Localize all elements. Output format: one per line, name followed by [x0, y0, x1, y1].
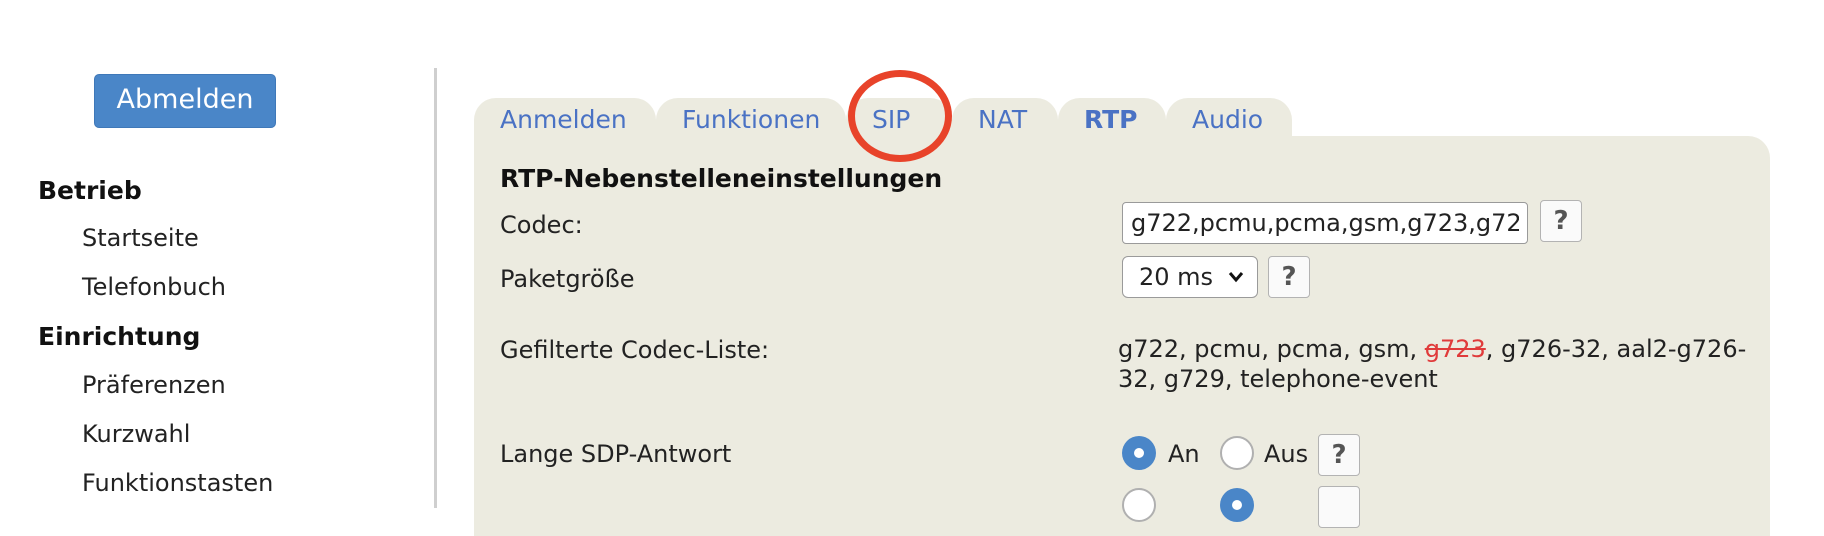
nav-item-kurzwahl[interactable]: Kurzwahl	[82, 420, 190, 448]
nav-item-telefonbuch[interactable]: Telefonbuch	[82, 273, 226, 301]
next-row-radio-2[interactable]	[1220, 488, 1254, 522]
next-row-radio-1[interactable]	[1122, 488, 1156, 522]
long-sdp-off-label: Aus	[1264, 440, 1309, 468]
nav-section-einrichtung: Einrichtung	[38, 322, 201, 351]
packet-size-label: Paketgröße	[500, 265, 635, 293]
long-sdp-on-label: An	[1168, 440, 1200, 468]
codec-help-button[interactable]: ?	[1540, 200, 1582, 242]
nav-item-funktionstasten[interactable]: Funktionstasten	[82, 469, 273, 497]
nav-item-praeferenzen[interactable]: Präferenzen	[82, 371, 226, 399]
section-title: RTP-Nebenstelleneinstellungen	[500, 164, 943, 193]
packet-size-value: 20 ms	[1139, 263, 1214, 291]
packet-size-help-button[interactable]: ?	[1268, 256, 1310, 298]
codec-label: Codec:	[500, 211, 583, 239]
filtered-codec-list: g722, pcmu, pcma, gsm, g723, g726-32, aa…	[1118, 334, 1758, 394]
logout-button[interactable]: Abmelden	[94, 74, 276, 128]
filtered-codec-label: Gefilterte Codec-Liste:	[500, 336, 770, 364]
chevron-down-icon	[1227, 257, 1245, 310]
long-sdp-label: Lange SDP-Antwort	[500, 440, 732, 468]
codec-list-struck: g723	[1424, 335, 1486, 363]
nav-item-startseite[interactable]: Startseite	[82, 224, 199, 252]
packet-size-select[interactable]: 20 ms	[1122, 256, 1258, 298]
long-sdp-help-button[interactable]: ?	[1318, 434, 1360, 476]
sidebar: Abmelden Betrieb Startseite Telefonbuch …	[0, 0, 430, 497]
codec-input[interactable]	[1122, 202, 1528, 244]
long-sdp-on-radio[interactable]	[1122, 436, 1156, 470]
sidebar-divider	[434, 68, 437, 508]
nav-section-betrieb: Betrieb	[38, 176, 142, 205]
next-row-help-button[interactable]	[1318, 486, 1360, 528]
long-sdp-off-radio[interactable]	[1220, 436, 1254, 470]
codec-list-text: g722, pcmu, pcma, gsm,	[1118, 335, 1425, 363]
